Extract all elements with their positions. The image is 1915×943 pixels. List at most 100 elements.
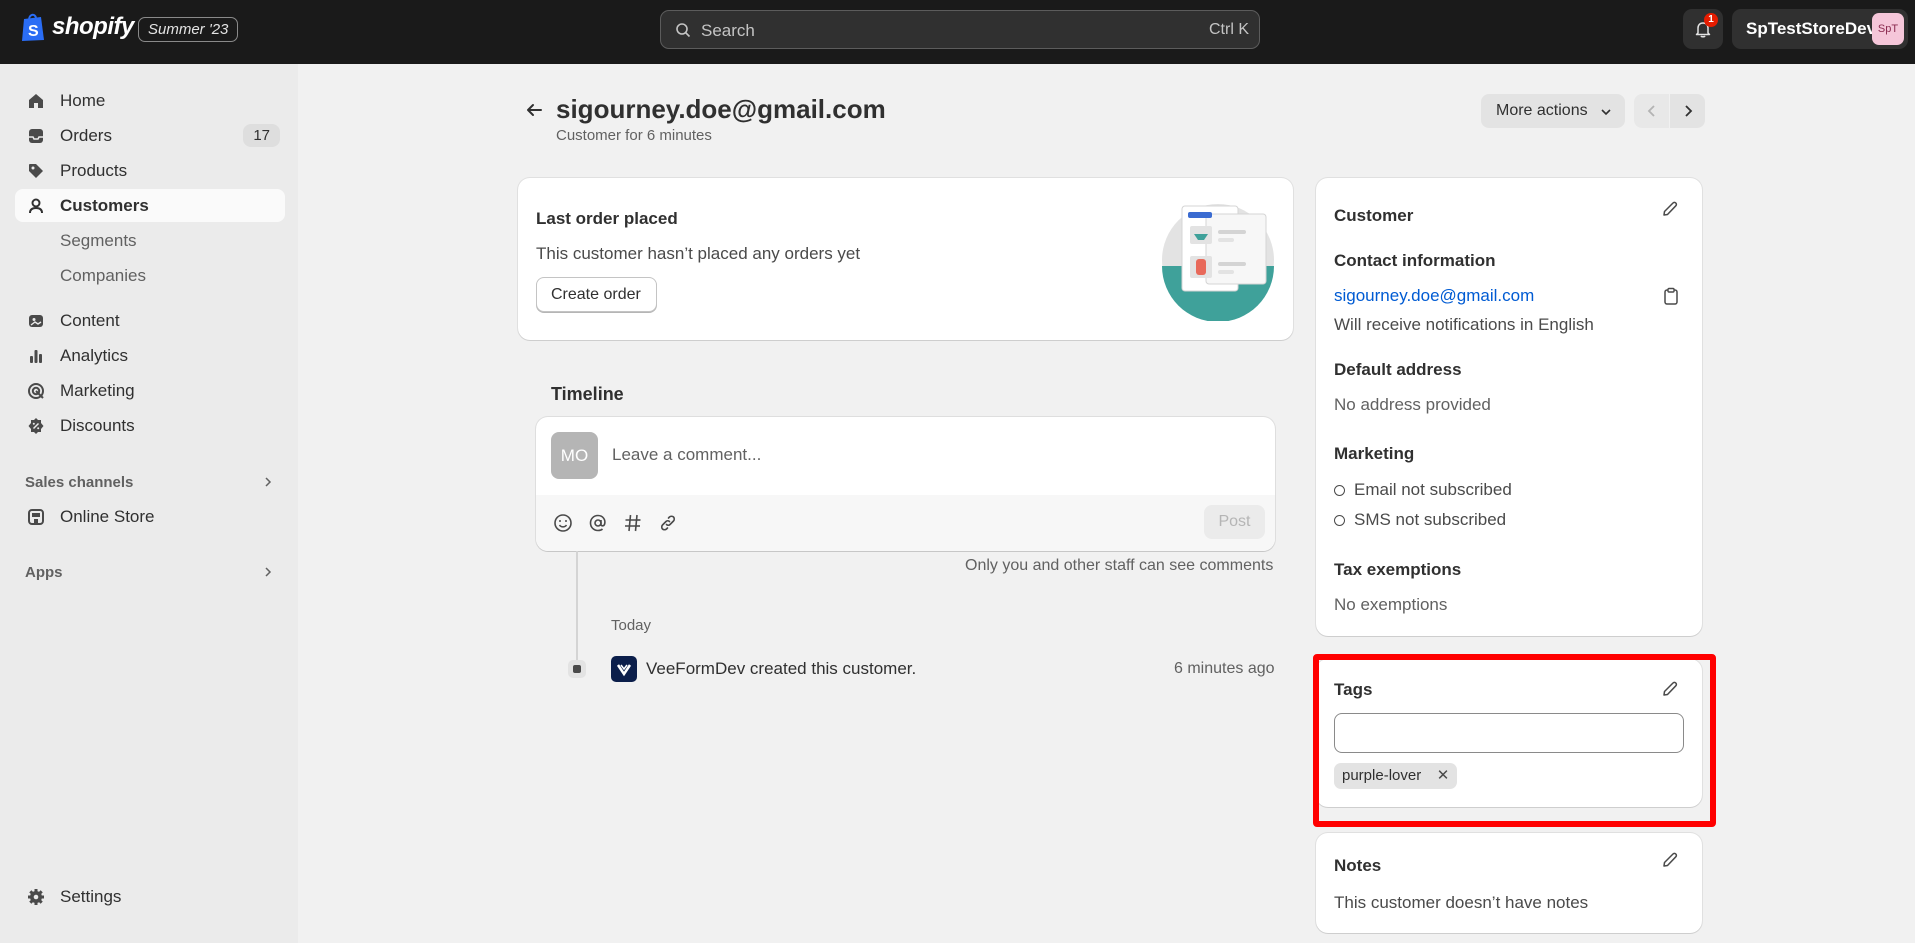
previous-customer-button[interactable]	[1634, 94, 1669, 128]
inbox-icon	[29, 129, 43, 143]
sidebar-item-label: Home	[60, 91, 106, 110]
page-title: sigourney.doe@gmail.com	[556, 94, 886, 124]
page-subtitle: Customer for 6 minutes	[556, 127, 712, 144]
timeline-event-text: VeeFormDev created this customer.	[646, 659, 917, 678]
person-icon	[29, 198, 43, 214]
sidebar-item-label: Marketing	[60, 381, 135, 400]
discount-icon	[28, 418, 44, 434]
veeform-app-icon	[611, 656, 637, 682]
next-customer-button[interactable]	[1670, 94, 1705, 128]
sidebar-item-settings[interactable]: Settings	[15, 880, 285, 913]
sidebar-item-orders[interactable]: Orders 17	[15, 119, 285, 152]
sidebar-item-customers[interactable]: Customers	[15, 189, 285, 222]
tax-exemptions-value: No exemptions	[1334, 595, 1448, 614]
more-actions-button[interactable]: More actions	[1481, 94, 1625, 128]
home-icon	[29, 94, 43, 108]
content-icon	[29, 315, 43, 327]
top-bar: S shopify Summer '23 Search Ctrl K 1 SpT…	[0, 0, 1915, 64]
post-button[interactable]: Post	[1204, 505, 1265, 539]
customer-email-link[interactable]: sigourney.doe@gmail.com	[1334, 286, 1534, 306]
notifications-button[interactable]: 1	[1683, 9, 1723, 49]
brand-wordmark: shopify	[52, 13, 134, 40]
email-marketing-status-icon	[1334, 485, 1345, 496]
sidebar-item-home[interactable]: Home	[15, 84, 285, 117]
edit-pencil-icon[interactable]	[1660, 199, 1680, 219]
timeline-event-dot	[568, 660, 586, 678]
store-avatar: SpT	[1872, 13, 1904, 45]
tag-icon	[29, 164, 43, 178]
chevron-left-icon	[1647, 105, 1655, 117]
apps-heading[interactable]: Apps	[25, 564, 63, 581]
comment-privacy-note: Only you and other staff can see comment…	[965, 557, 1274, 574]
back-arrow-icon[interactable]	[524, 100, 544, 120]
last-order-heading: Last order placed	[536, 209, 678, 228]
comment-input[interactable]: Leave a comment...	[612, 445, 761, 465]
sidebar-item-label: Companies	[60, 266, 146, 285]
notification-count: 1	[1704, 13, 1718, 27]
last-order-text: This customer hasn’t placed any orders y…	[536, 244, 861, 263]
hashtag-icon[interactable]	[622, 512, 644, 534]
customer-card-heading: Customer	[1334, 206, 1414, 225]
search-icon	[676, 23, 691, 38]
sidebar-item-segments[interactable]: Segments	[15, 224, 285, 257]
search-placeholder: Search	[701, 21, 755, 40]
default-address-heading: Default address	[1334, 360, 1462, 379]
sidebar-item-marketing[interactable]: Marketing	[15, 374, 285, 407]
default-address-value: No address provided	[1334, 395, 1491, 414]
timeline-heading: Timeline	[551, 384, 624, 404]
sidebar-item-label: Content	[60, 311, 120, 330]
chevron-right-icon	[1685, 105, 1693, 117]
sms-marketing-status: SMS not subscribed	[1354, 510, 1507, 529]
search-shortcut: Ctrl K	[1209, 21, 1249, 38]
create-order-label: Create order	[551, 286, 641, 303]
clipboard-icon[interactable]	[1661, 286, 1681, 306]
orders-count-badge: 17	[243, 124, 280, 147]
attachment-icon[interactable]	[657, 512, 679, 534]
sidebar-item-label: Customers	[60, 196, 149, 215]
emoji-icon[interactable]	[552, 512, 574, 534]
notes-text: This customer doesn’t have notes	[1334, 893, 1589, 912]
chevron-right-icon[interactable]	[262, 476, 274, 488]
more-actions-label: More actions	[1496, 102, 1588, 119]
mention-icon[interactable]	[587, 512, 609, 534]
shopify-logo[interactable]: S shopify	[20, 12, 134, 42]
sidebar-item-label: Products	[60, 161, 128, 180]
store-icon	[28, 509, 44, 525]
highlight-box	[1313, 654, 1716, 827]
orders-illustration	[1162, 204, 1274, 321]
timeline-date-group: Today	[611, 617, 652, 634]
customer-card: Customer Contact information sigourney.d…	[1316, 178, 1702, 636]
timeline-event-time: 6 minutes ago	[1174, 660, 1275, 677]
chevron-down-icon	[1601, 109, 1611, 116]
search-bar[interactable]: Search Ctrl K	[660, 10, 1260, 49]
sidebar-item-products[interactable]: Products	[15, 154, 285, 187]
create-order-button[interactable]: Create order	[536, 277, 657, 312]
last-order-card: Last order placed This customer hasn’t p…	[518, 178, 1293, 340]
sidebar-item-online-store[interactable]: Online Store	[15, 500, 285, 533]
sidebar: Home Orders 17 Products Customers Segmen…	[0, 64, 298, 943]
sidebar-item-content[interactable]: Content	[15, 304, 285, 337]
notes-card: Notes This customer doesn’t have notes	[1316, 833, 1702, 933]
sidebar-item-companies[interactable]: Companies	[15, 259, 285, 292]
chevron-right-icon[interactable]	[262, 566, 274, 578]
target-icon	[28, 383, 44, 399]
sidebar-item-label: Discounts	[60, 416, 135, 435]
sidebar-item-discounts[interactable]: Discounts	[15, 409, 285, 442]
sidebar-item-label: Online Store	[60, 507, 155, 526]
sidebar-item-label: Segments	[60, 231, 137, 250]
sidebar-item-label: Analytics	[60, 346, 129, 365]
store-menu-button[interactable]: SpTestStoreDev SpT	[1732, 9, 1908, 49]
gear-icon	[28, 889, 44, 905]
sales-channels-heading[interactable]: Sales channels	[25, 474, 133, 491]
notification-language: Will receive notifications in English	[1334, 315, 1594, 334]
svg-text:S: S	[28, 23, 39, 40]
comment-toolbar: Post	[536, 495, 1275, 551]
notes-heading: Notes	[1334, 856, 1382, 875]
comment-composer: MO Leave a comment... Post	[536, 417, 1275, 551]
edit-pencil-icon[interactable]	[1660, 850, 1680, 870]
avatar: MO	[551, 432, 598, 479]
sidebar-item-label: Settings	[60, 887, 122, 906]
sms-marketing-status-icon	[1334, 515, 1345, 526]
sidebar-item-analytics[interactable]: Analytics	[15, 339, 285, 372]
timeline-line	[576, 551, 578, 669]
